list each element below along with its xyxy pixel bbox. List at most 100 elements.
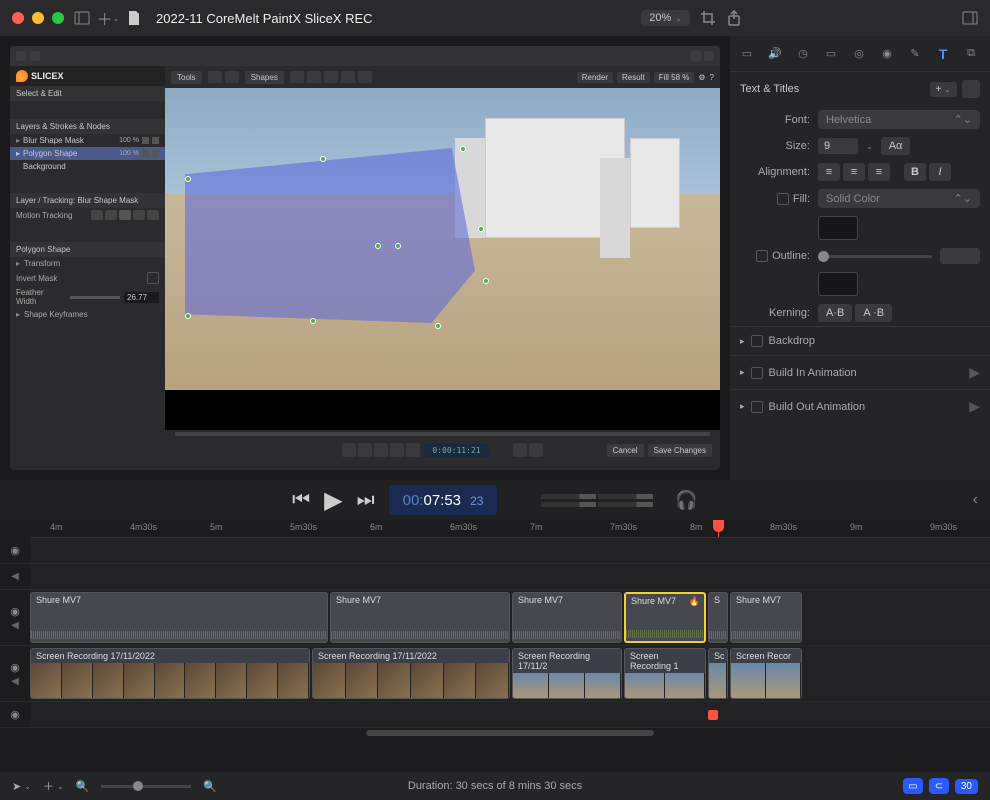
zoom-slider[interactable]: [101, 785, 191, 788]
shape-handle[interactable]: [435, 323, 441, 329]
shape-handle[interactable]: [185, 176, 191, 182]
ruler[interactable]: 4m4m30s5m5m30s6m6m30s7m7m30s8m8m30s9m9m3…: [30, 520, 990, 538]
video-clip[interactable]: Screen Recor: [730, 648, 802, 699]
tools-tab[interactable]: Tools: [171, 71, 202, 84]
step-fwd-icon[interactable]: [390, 443, 404, 457]
invert-mask-row[interactable]: Invert Mask: [10, 270, 165, 286]
keyframes-row[interactable]: ▸Shape Keyframes: [10, 308, 165, 321]
size-field[interactable]: 9: [818, 138, 858, 154]
pointer-tool-icon[interactable]: [208, 71, 222, 83]
shapes-icon[interactable]: ◎: [850, 45, 868, 63]
video-clip-small[interactable]: Sc: [708, 648, 728, 699]
play-icon[interactable]: [374, 443, 388, 457]
fps-badge[interactable]: 30: [955, 779, 978, 794]
gridview-icon[interactable]: [513, 443, 527, 457]
track-fwd-icon[interactable]: [147, 210, 159, 220]
align-right-icon[interactable]: ≡: [868, 163, 890, 181]
kerning-tight-button[interactable]: A·B: [818, 304, 852, 322]
minimize-window[interactable]: [32, 12, 44, 24]
audio-icon[interactable]: 🔊: [766, 45, 784, 63]
outline-checkbox[interactable]: [756, 250, 768, 262]
sidebar-toggle-icon[interactable]: [74, 10, 90, 26]
plugin-sidebar-icon[interactable]: [16, 51, 26, 61]
shape-handle[interactable]: [395, 243, 401, 249]
add-media-button[interactable]: ＋ ⌄: [43, 778, 64, 794]
audio-clip-small[interactable]: S: [708, 592, 728, 643]
eye-icon[interactable]: ◉: [10, 605, 20, 618]
playhead[interactable]: [718, 520, 719, 537]
magnetic-shape-icon[interactable]: [358, 71, 372, 83]
bold-button[interactable]: B: [904, 163, 926, 181]
fill-pill[interactable]: Fill 58 %: [654, 72, 695, 83]
collapse-inspector-icon[interactable]: ‹: [973, 491, 978, 509]
skip-back-button[interactable]: ⏮: [292, 489, 310, 512]
crop-icon[interactable]: [700, 10, 716, 26]
zoom-window[interactable]: [52, 12, 64, 24]
font-select[interactable]: Helvetica⌃⌄: [818, 110, 980, 129]
align-left-icon[interactable]: ≡: [818, 163, 840, 181]
audio-clip[interactable]: Shure MV7: [330, 592, 510, 643]
timeline-scrollbar[interactable]: [30, 728, 990, 738]
goto-start-icon[interactable]: [342, 443, 356, 457]
render-pill[interactable]: Render: [577, 72, 613, 83]
shape-handle[interactable]: [460, 146, 466, 152]
inspector-toggle-icon[interactable]: [962, 10, 978, 26]
zoom-select[interactable]: 20%⌄: [641, 10, 690, 26]
add-icon[interactable]: ＋⌄: [100, 10, 116, 26]
copy-icon[interactable]: ⧉: [962, 45, 980, 63]
plugin-canvas[interactable]: [165, 88, 720, 430]
shapes-tab[interactable]: Shapes: [245, 71, 284, 84]
track-back-icon[interactable]: [91, 210, 103, 220]
ellipse-shape-icon[interactable]: [307, 71, 321, 83]
audio-clip[interactable]: Shure MV7: [30, 592, 328, 643]
snap-magnet-icon[interactable]: ⊂: [929, 778, 949, 794]
audio-clip-selected[interactable]: Shure MV7 🔥: [624, 592, 706, 643]
track-lane[interactable]: [30, 538, 990, 563]
outline-color-swatch[interactable]: [818, 272, 858, 296]
plugin-menu-icon[interactable]: [30, 51, 40, 61]
pencil-icon[interactable]: ✎: [906, 45, 924, 63]
eye-icon[interactable]: ◉: [10, 661, 20, 674]
hand-tool-icon[interactable]: [225, 71, 239, 83]
marker[interactable]: [708, 710, 718, 720]
outline-value[interactable]: [940, 248, 980, 264]
step-back-icon[interactable]: [358, 443, 372, 457]
build-out-accordion[interactable]: ▸Build Out Animation▶: [730, 389, 990, 423]
track-lane[interactable]: [30, 564, 990, 589]
fill-checkbox[interactable]: [777, 193, 789, 205]
preset-3d-icon[interactable]: [962, 80, 980, 98]
align-center-icon[interactable]: ≡: [843, 163, 865, 181]
shape-handle[interactable]: [375, 243, 381, 249]
text-icon[interactable]: T: [934, 45, 952, 63]
speaker-icon[interactable]: ◀: [11, 620, 19, 631]
fill-color-swatch[interactable]: [818, 216, 858, 240]
skip-fwd-button[interactable]: ⏭: [357, 489, 375, 512]
timing-icon[interactable]: ◷: [794, 45, 812, 63]
cancel-button[interactable]: Cancel: [607, 444, 644, 457]
track-step-fwd-icon[interactable]: [133, 210, 145, 220]
shape-handle[interactable]: [320, 156, 326, 162]
listview-icon[interactable]: [529, 443, 543, 457]
autofit-button[interactable]: Aα: [881, 137, 911, 155]
speaker-icon[interactable]: ◀: [11, 676, 19, 687]
video-clip[interactable]: Screen Recording 17/11/2022: [30, 648, 310, 699]
backdrop-accordion[interactable]: ▸Backdrop: [730, 326, 990, 355]
outline-slider[interactable]: [818, 255, 932, 258]
shape-handle[interactable]: [478, 226, 484, 232]
plugin-scrubber[interactable]: [175, 432, 710, 436]
transform-row[interactable]: ▸Transform: [10, 257, 165, 270]
invert-checkbox[interactable]: [147, 272, 159, 284]
snap-picture-icon[interactable]: ▭: [903, 778, 923, 794]
polygon-shape-icon[interactable]: [324, 71, 338, 83]
audio-clip[interactable]: Shure MV7: [730, 592, 802, 643]
zoom-in-icon[interactable]: 🔍: [203, 780, 217, 793]
rect-shape-icon[interactable]: [290, 71, 304, 83]
plugin-window-icon[interactable]: [691, 51, 701, 61]
filmstrip-icon[interactable]: ▭: [738, 45, 756, 63]
share-icon[interactable]: [726, 10, 742, 26]
pointer-tool[interactable]: ➤ ⌄: [12, 780, 31, 793]
video-icon[interactable]: ▭: [822, 45, 840, 63]
shape-handle[interactable]: [310, 318, 316, 324]
layer-row-selected[interactable]: ▸Polygon Shape100 %: [10, 147, 165, 160]
help-icon[interactable]: ?: [710, 73, 714, 82]
